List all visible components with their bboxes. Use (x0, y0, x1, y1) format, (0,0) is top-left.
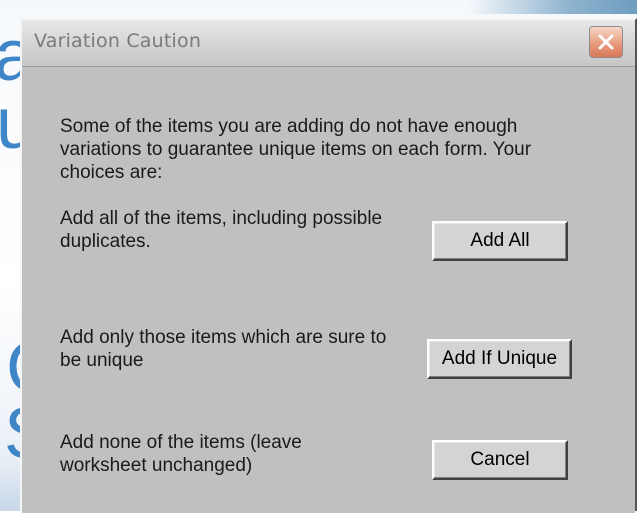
option-add-if-unique-description: Add only those items which are sure to b… (60, 327, 387, 371)
close-icon (598, 34, 614, 50)
add-if-unique-button[interactable]: Add If Unique (427, 339, 572, 379)
option-add-all-description: Add all of the items, including possible… (60, 208, 383, 252)
variation-caution-dialog: Variation Caution Some of the items you … (20, 18, 637, 513)
dialog-body: Some of the items you are adding do not … (22, 67, 635, 513)
add-all-button[interactable]: Add All (432, 221, 568, 261)
close-button[interactable] (589, 26, 623, 58)
background-accent-bar (467, 0, 637, 14)
option-cancel-description: Add none of the items (leave worksheet u… (60, 432, 302, 476)
cancel-button[interactable]: Cancel (432, 440, 568, 480)
dialog-title: Variation Caution (34, 30, 202, 52)
dialog-titlebar[interactable]: Variation Caution (22, 20, 635, 67)
intro-message: Some of the items you are adding do not … (60, 116, 532, 183)
